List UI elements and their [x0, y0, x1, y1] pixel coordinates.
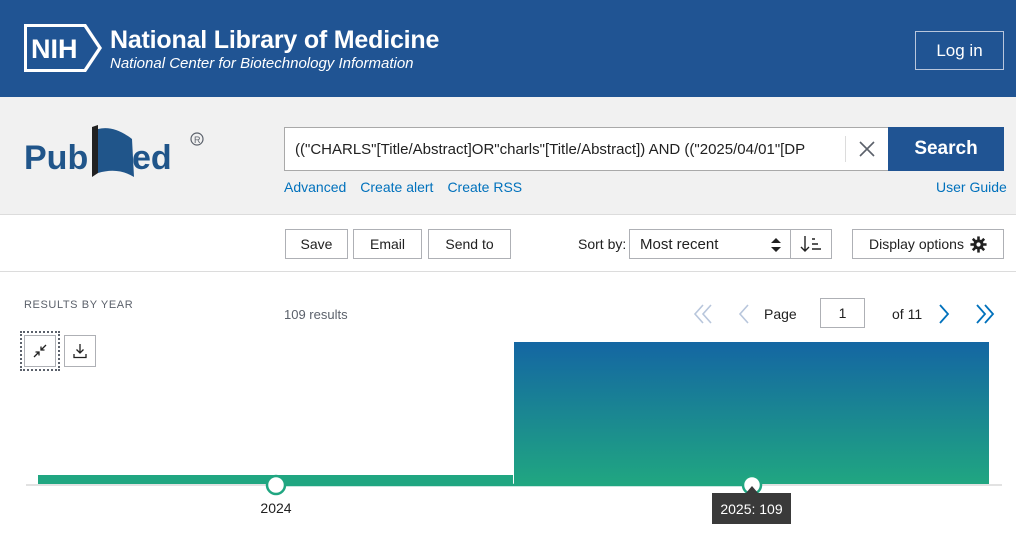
double-chevron-right-icon [976, 304, 995, 324]
sort-select[interactable]: Most recent [629, 229, 791, 259]
results-by-year-label: RESULTS BY YEAR [24, 299, 134, 311]
create-rss-link[interactable]: Create RSS [447, 179, 522, 195]
select-caret-icon [771, 238, 781, 252]
search-box [284, 127, 889, 171]
results-by-year-chart: 2024 [26, 342, 1002, 516]
close-icon [859, 141, 875, 157]
email-button[interactable]: Email [353, 229, 422, 259]
sort-by-label: Sort by: [578, 236, 627, 252]
results-toolbar: Save Email Send to Sort by: Most recent … [0, 216, 1016, 272]
user-guide-link[interactable]: User Guide [936, 179, 1007, 195]
advanced-link[interactable]: Advanced [284, 179, 346, 195]
bar-2025[interactable] [514, 342, 989, 484]
double-chevron-left-icon [693, 304, 712, 324]
svg-text:Pub: Pub [24, 139, 88, 177]
previous-page-button[interactable] [731, 300, 757, 328]
nih-logo-text: NIH [31, 34, 78, 64]
next-page-button[interactable] [931, 300, 957, 328]
chevron-right-icon [939, 304, 950, 324]
chevron-left-icon [738, 304, 749, 324]
x-tick-label: 2024 [260, 500, 291, 516]
sort-select-value: Most recent [640, 235, 719, 253]
search-button[interactable]: Search [888, 127, 1004, 171]
ncbi-subtitle: National Center for Biotechnology Inform… [110, 55, 414, 72]
clear-search-button[interactable] [851, 134, 883, 164]
result-count: 109 results [284, 307, 348, 322]
tooltip-caret [746, 486, 758, 493]
svg-text:ed: ed [132, 139, 172, 177]
display-options-label: Display options [869, 236, 964, 252]
year-tooltip: 2025: 109 [712, 493, 791, 524]
svg-text:R: R [194, 135, 201, 145]
nlm-title: National Library of Medicine [110, 26, 440, 54]
display-options-button[interactable]: Display options [852, 229, 1004, 259]
year-range-start-handle[interactable] [265, 474, 287, 496]
login-button[interactable]: Log in [915, 31, 1004, 70]
page-label: Page [764, 306, 797, 322]
clear-separator [845, 136, 846, 162]
search-links: Advanced Create alert Create RSS [284, 179, 522, 195]
nih-header: NIH National Library of Medicine Nationa… [0, 0, 1016, 97]
last-page-button[interactable] [972, 300, 998, 328]
nih-logo[interactable]: NIH [24, 24, 102, 72]
send-to-button[interactable]: Send to [428, 229, 511, 259]
save-button[interactable]: Save [285, 229, 348, 259]
sort-descending-icon [800, 236, 821, 252]
pubmed-logo[interactable]: Pub ed R [22, 121, 208, 185]
first-page-button[interactable] [690, 300, 716, 328]
page-total: of 11 [892, 306, 923, 322]
page-number-input[interactable]: 1 [820, 298, 865, 328]
sort-order-button[interactable] [790, 229, 832, 259]
gear-icon [970, 235, 987, 253]
search-input[interactable] [285, 128, 843, 170]
create-alert-link[interactable]: Create alert [360, 179, 433, 195]
search-band: Pub ed R Search Advanced Create alert Cr… [0, 97, 1016, 215]
